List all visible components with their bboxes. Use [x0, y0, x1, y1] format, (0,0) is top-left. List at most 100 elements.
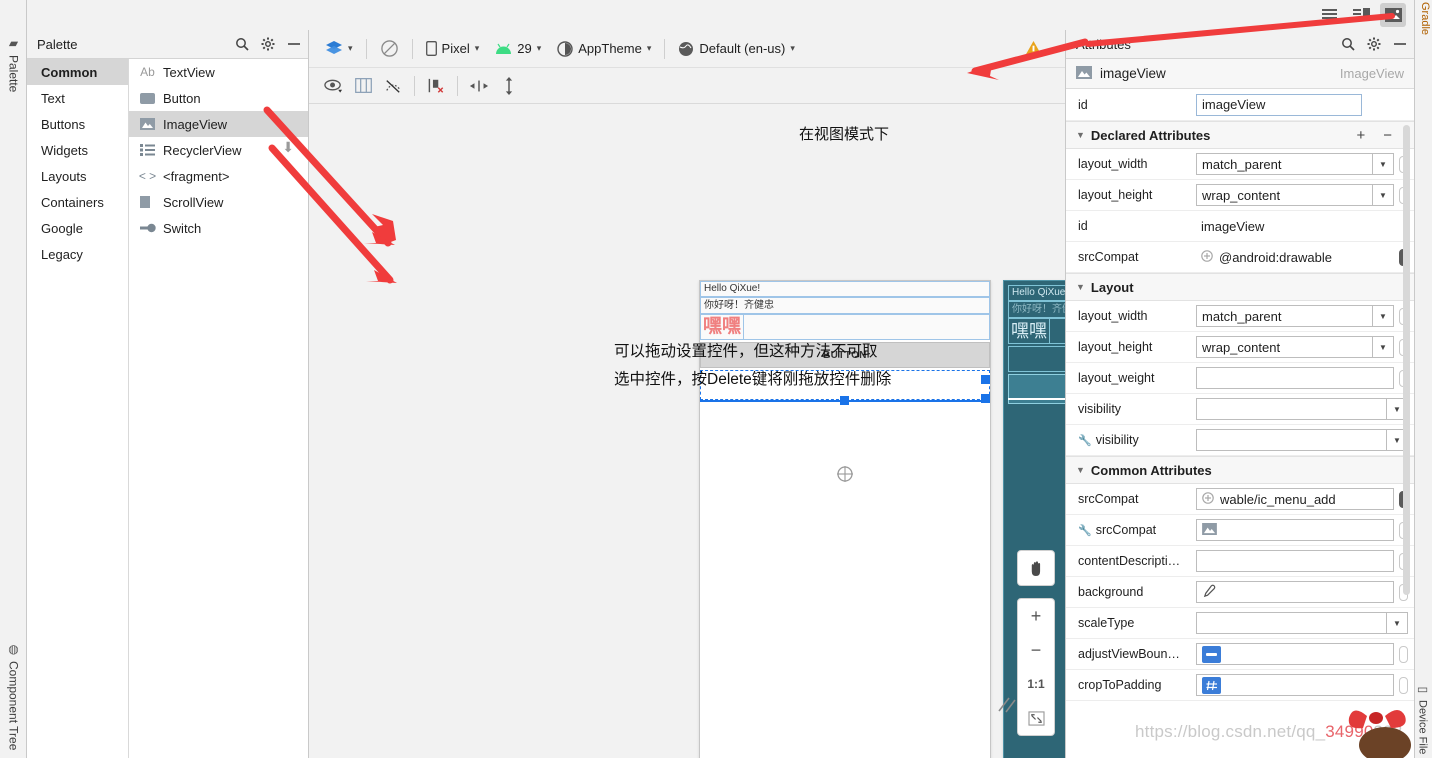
blueprint-textview-2[interactable]: 你好呀！齐健忠: [1008, 301, 1065, 318]
blueprint-columns-icon[interactable]: [349, 74, 377, 98]
palette-category-text[interactable]: Text: [27, 85, 128, 111]
palette-category-common[interactable]: Common: [27, 59, 128, 85]
palette-item-label: ImageView: [163, 116, 228, 132]
attribute-value-input[interactable]: [1196, 550, 1394, 572]
attributes-scrollbar[interactable]: [1403, 125, 1410, 595]
blueprint-textview-3[interactable]: 嘿嘿: [1008, 318, 1065, 344]
design-view-icon: [1384, 8, 1402, 22]
warning-badge[interactable]: [1024, 40, 1043, 60]
chevron-down-icon[interactable]: ▼: [1373, 336, 1394, 358]
search-icon[interactable]: [233, 36, 250, 53]
resize-handle-bottom[interactable]: [840, 396, 849, 405]
zoom-in-button[interactable]: +: [1017, 599, 1055, 633]
code-view-button[interactable]: [1316, 3, 1342, 27]
attribute-value-input[interactable]: wable/ic_menu_add: [1220, 492, 1336, 507]
palette-item-textview[interactable]: Ab TextView: [129, 59, 308, 85]
download-icon[interactable]: ⬇: [282, 139, 294, 156]
split-view-button[interactable]: [1348, 3, 1374, 27]
section-header-common-attributes[interactable]: ▼ Common Attributes: [1066, 456, 1414, 484]
attribute-key-label: srcCompat: [1095, 523, 1157, 537]
theme-selector[interactable]: AppTheme ▾: [549, 36, 659, 62]
resource-picker-button[interactable]: [1399, 676, 1408, 694]
minimize-icon[interactable]: [1391, 36, 1408, 53]
chevron-down-icon[interactable]: ▼: [1373, 153, 1394, 175]
sidebar-tab-component-tree[interactable]: ◍ Component Tree: [0, 642, 27, 750]
palette-item-button[interactable]: Button: [129, 85, 308, 111]
attribute-value-input[interactable]: [1196, 367, 1394, 389]
resource-picker-button[interactable]: [1399, 645, 1408, 663]
palette-category-widgets[interactable]: Widgets: [27, 137, 128, 163]
palette-category-label: Legacy: [41, 246, 83, 262]
palette-category-layouts[interactable]: Layouts: [27, 163, 128, 189]
attribute-value-input[interactable]: [1196, 398, 1387, 420]
palette-item-imageview[interactable]: ImageView: [129, 111, 308, 137]
preview-textview-1[interactable]: Hello QiXue!: [700, 281, 990, 297]
actual-size-button[interactable]: 1:1: [1017, 667, 1055, 701]
view-options-icon[interactable]: [319, 74, 347, 98]
attributes-title: Attributes: [1076, 36, 1131, 52]
chevron-down-icon: ▾: [790, 43, 795, 53]
section-header-layout[interactable]: ▼ Layout: [1066, 273, 1414, 301]
add-attribute-button[interactable]: +: [1350, 127, 1371, 144]
attribute-value-input[interactable]: [1196, 643, 1394, 665]
attribute-value-input[interactable]: [1196, 429, 1387, 451]
gear-icon[interactable]: [259, 36, 276, 53]
design-canvas[interactable]: Hello QiXue! 你好呀！齐健忠 嘿嘿 BUTTON Hello QiX…: [309, 105, 1065, 758]
align-vertical-icon[interactable]: [495, 74, 523, 98]
fit-to-screen-icon: [1027, 710, 1045, 726]
sidebar-tab-palette[interactable]: ▰ Palette: [0, 36, 27, 92]
palette-category-buttons[interactable]: Buttons: [27, 111, 128, 137]
attribute-value-input[interactable]: [1196, 581, 1394, 603]
attribute-value-input[interactable]: match_parent: [1196, 305, 1373, 327]
section-header-declared-attributes[interactable]: ▼ Declared Attributes + −: [1066, 121, 1414, 149]
blueprint-textview-1[interactable]: Hello QiXue!: [1008, 285, 1065, 301]
remove-attribute-button[interactable]: −: [1377, 127, 1398, 144]
design-view-button[interactable]: [1380, 3, 1406, 27]
device-selector[interactable]: Pixel ▾: [418, 36, 488, 62]
zoom-out-button[interactable]: −: [1017, 633, 1055, 667]
attribute-value-input[interactable]: imageView: [1196, 215, 1408, 237]
palette-category-containers[interactable]: Containers: [27, 189, 128, 215]
orientation-button[interactable]: [372, 36, 407, 62]
attribute-value-input[interactable]: [1196, 519, 1394, 541]
search-icon[interactable]: [1339, 36, 1356, 53]
palette-category-label: Buttons: [41, 116, 86, 132]
chevron-down-icon[interactable]: ▼: [1387, 612, 1408, 634]
attribute-row-layout-height: layout_height wrap_content ▼: [1066, 180, 1414, 211]
pack-horizontal-icon[interactable]: [465, 74, 493, 98]
blueprint-button[interactable]: BUTTON: [1008, 346, 1065, 372]
pan-tool-button[interactable]: [1017, 550, 1055, 586]
id-input[interactable]: imageView: [1196, 93, 1362, 116]
preview-textview-3[interactable]: 嘿嘿: [700, 314, 990, 340]
design-mode-button[interactable]: ▾: [317, 36, 361, 62]
palette-item-switch[interactable]: Switch: [129, 215, 308, 241]
palette-item-recyclerview[interactable]: RecyclerView: [129, 137, 308, 163]
resize-handle-right-bottom[interactable]: [981, 394, 990, 403]
section-title: Layout: [1090, 279, 1134, 295]
attribute-value-input[interactable]: wrap_content: [1196, 184, 1373, 206]
attribute-value-input[interactable]: match_parent: [1196, 153, 1373, 175]
minimize-icon[interactable]: [285, 36, 302, 53]
resize-handle-right-top[interactable]: [981, 375, 990, 384]
preview-textview-2[interactable]: 你好呀！齐健忠: [700, 297, 990, 314]
gear-icon[interactable]: [1365, 36, 1382, 53]
attribute-value-input[interactable]: wrap_content: [1196, 336, 1373, 358]
palette-category-legacy[interactable]: Legacy: [27, 241, 128, 267]
zoom-to-fit-button[interactable]: [1017, 701, 1055, 735]
attribute-value-input[interactable]: [1196, 612, 1387, 634]
palette-item-fragment[interactable]: < > <fragment>: [129, 163, 308, 189]
sidebar-tab-gradle[interactable]: Gradle: [1414, 2, 1431, 35]
chevron-down-icon[interactable]: ▼: [1373, 184, 1394, 206]
palette-category-google[interactable]: Google: [27, 215, 128, 241]
palette-panel: Palette Common Text Buttons Widgets Layo…: [27, 30, 309, 758]
attribute-value-input[interactable]: [1196, 674, 1394, 696]
canvas-resize-grip[interactable]: [997, 696, 1019, 718]
attribute-key: adjustViewBoun…: [1078, 647, 1180, 661]
clear-constraints-icon[interactable]: [422, 74, 450, 98]
palette-item-scrollview[interactable]: ScrollView: [129, 189, 308, 215]
chevron-down-icon[interactable]: ▼: [1373, 305, 1394, 327]
api-level-selector[interactable]: 29 ▾: [487, 36, 549, 62]
hide-constraints-icon[interactable]: [379, 74, 407, 98]
locale-selector[interactable]: Default (en-us) ▾: [670, 36, 803, 62]
attribute-value-input[interactable]: @android:drawable: [1219, 250, 1332, 265]
